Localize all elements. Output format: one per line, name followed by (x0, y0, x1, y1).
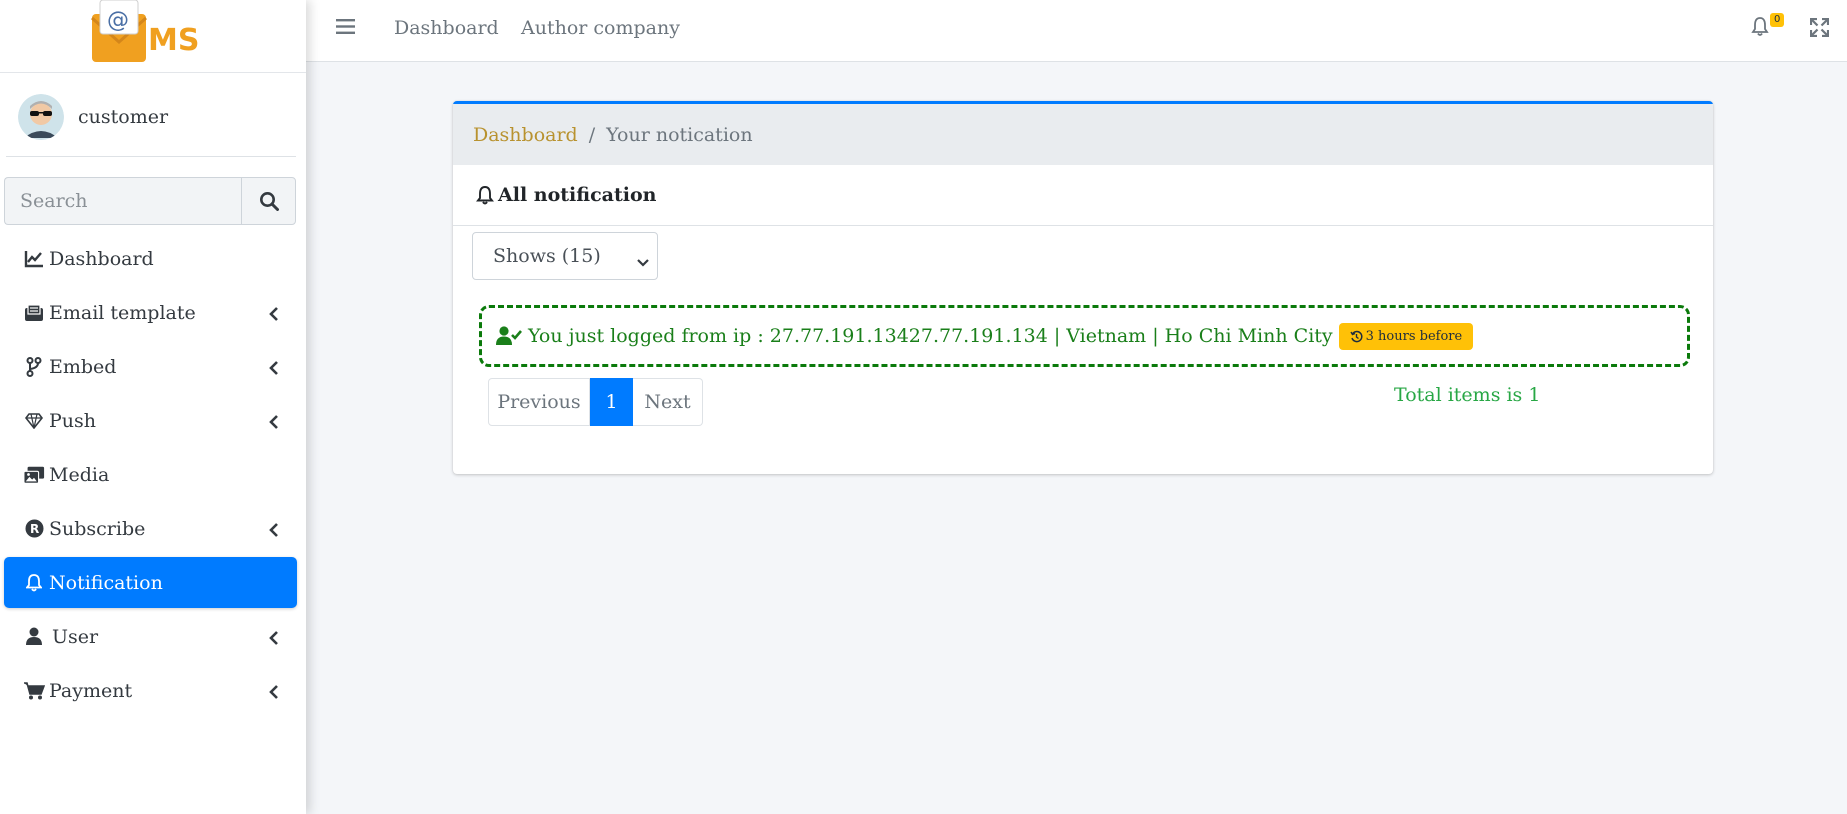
menu-toggle-icon[interactable] (336, 18, 355, 39)
sidebar-item-label: Email template (49, 301, 196, 324)
brand[interactable]: @ MS (0, 0, 306, 73)
notification-card: Dashboard / Your notication All notifica… (453, 101, 1713, 474)
breadcrumb-link-dashboard[interactable]: Dashboard (473, 124, 578, 146)
code-branch-icon (23, 356, 45, 377)
chevron-left-icon (269, 412, 279, 434)
card-header: All notification (453, 165, 1713, 226)
search-input[interactable] (4, 177, 241, 225)
search-icon (259, 192, 279, 211)
sidebar-item-embed[interactable]: Embed (4, 341, 297, 392)
sidebar-item-notification[interactable]: Notification (4, 557, 297, 608)
page-size-select-value: Shows (15) (493, 245, 601, 267)
pagination-previous[interactable]: Previous (488, 378, 590, 426)
sidebar-item-email-template[interactable]: Email template (4, 287, 297, 338)
fullscreen-icon[interactable] (1809, 17, 1830, 41)
sidebar-search (4, 177, 296, 225)
history-icon (1350, 330, 1363, 343)
sidebar-nav: Dashboard Email template Embed Push Medi… (4, 233, 297, 719)
user-check-icon (496, 326, 522, 346)
svg-text:R: R (30, 522, 39, 536)
sidebar-item-label: Embed (49, 355, 117, 378)
notification-item[interactable]: You just logged from ip : 27.77.191.1342… (479, 305, 1690, 367)
user-icon (23, 627, 45, 646)
pagination: Previous 1 Next (488, 378, 703, 426)
photo-video-icon (23, 465, 45, 485)
svg-text:@: @ (107, 8, 129, 33)
card-title: All notification (498, 184, 657, 206)
time-badge: 3 hours before (1338, 322, 1474, 350)
sidebar-item-payment[interactable]: Payment (4, 665, 297, 716)
notification-bell-icon[interactable] (1751, 16, 1769, 41)
pagination-next[interactable]: Next (633, 378, 703, 426)
bell-icon (476, 185, 494, 205)
topbar: Dashboard Author company 0 (306, 0, 1847, 62)
sidebar-item-label: Dashboard (49, 247, 154, 270)
chevron-left-icon (269, 520, 279, 542)
page-size-select[interactable]: Shows (15) (472, 232, 658, 280)
topbar-link-dashboard[interactable]: Dashboard (394, 17, 499, 39)
sidebar-item-label: Push (49, 409, 97, 432)
user-name[interactable]: customer (78, 106, 168, 128)
user-panel: customer (6, 78, 296, 157)
total-items: Total items is 1 (1394, 384, 1541, 406)
avatar[interactable] (18, 94, 64, 140)
time-badge-label: 3 hours before (1365, 328, 1463, 344)
envelope-open-icon (23, 303, 45, 322)
sidebar-item-label: Notification (49, 571, 163, 594)
notification-count-badge: 0 (1770, 13, 1785, 27)
search-button[interactable] (241, 177, 296, 225)
sidebar-item-label: Subscribe (49, 517, 146, 540)
sidebar-item-push[interactable]: Push (4, 395, 297, 446)
shopping-cart-icon (23, 681, 45, 700)
breadcrumb-separator: / (588, 123, 596, 146)
pagination-page-1[interactable]: 1 (590, 378, 633, 426)
sidebar-item-label: User (52, 625, 99, 648)
chart-line-icon (23, 250, 45, 268)
breadcrumb-current: Your notication (606, 123, 753, 146)
topbar-link-author-company[interactable]: Author company (521, 17, 680, 39)
chevron-down-icon (637, 250, 649, 272)
sidebar-item-label: Payment (49, 679, 133, 702)
chevron-left-icon (269, 304, 279, 326)
gem-icon (23, 412, 45, 429)
chevron-left-icon (269, 682, 279, 704)
sidebar-item-user[interactable]: User (4, 611, 297, 662)
sidebar: @ MS customer Search Dashboard Email tem… (0, 0, 306, 814)
breadcrumb: Dashboard / Your notication (453, 104, 1713, 165)
bell-icon (23, 573, 45, 592)
chevron-left-icon (269, 358, 279, 380)
sidebar-item-subscribe[interactable]: R Subscribe (4, 503, 297, 554)
svg-text:MS: MS (148, 23, 199, 58)
chevron-left-icon (269, 628, 279, 650)
notification-text: You just logged from ip : 27.77.191.1342… (528, 325, 1333, 347)
sidebar-item-media[interactable]: Media (4, 449, 297, 500)
sidebar-item-dashboard[interactable]: Dashboard (4, 233, 297, 284)
registered-icon: R (23, 519, 45, 538)
sidebar-item-label: Media (49, 463, 110, 486)
brand-logo[interactable]: @ MS (90, 0, 220, 66)
